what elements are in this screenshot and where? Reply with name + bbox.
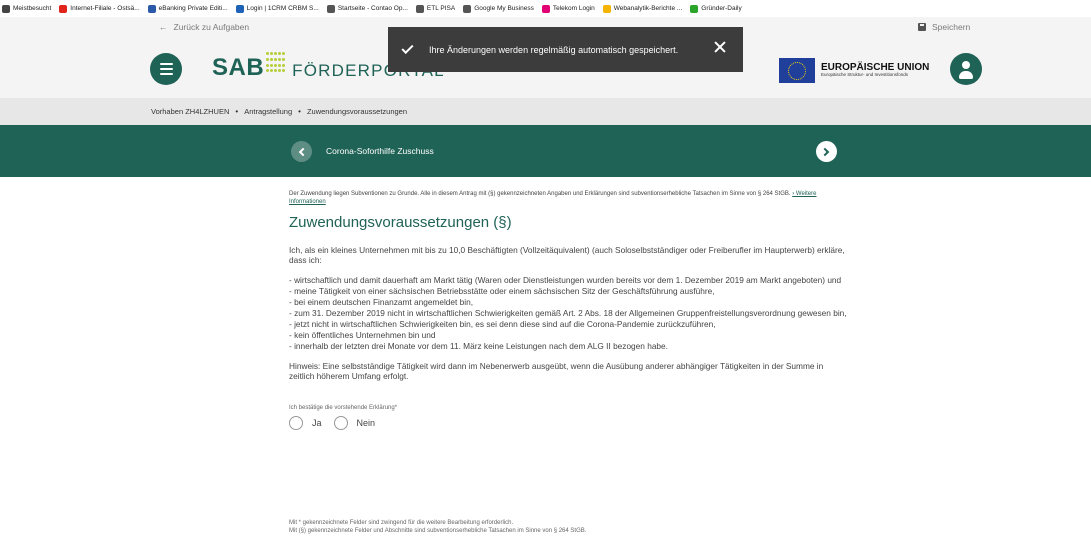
breadcrumb-item-current: Zuwendungsvoraussetzungen [306,107,408,116]
page-title: Zuwendungsvoraussetzungen (§) [289,214,512,231]
eu-flag-icon [779,58,815,83]
bookmark-item[interactable]: Gründer-Daily [690,4,742,13]
chevron-left-icon [298,147,308,156]
footnote-subsidy: Mit (§) gekennzeichnete Felder und Absch… [289,528,587,534]
toast-message: Ihre Änderungen werden regelmäßig automa… [429,44,679,55]
bookmarks-bar: Meistbesucht Internet-Filiale - Ostsä... e… [0,0,1091,17]
bookmark-label: Google My Business [474,5,534,12]
condition-item: - jetzt nicht in wirtschaftlichen Schwie… [289,319,716,329]
breadcrumb-bar: Vorhaben ZH4LZHUEN • Antragstellung • Zu… [0,98,1091,125]
bookmark-label: Webanalytik-Berichte ... [613,5,683,12]
condition-item: - bei einem deutschen Finanzamt angemeld… [289,297,474,307]
hamburger-icon [159,63,173,65]
eu-logo: EUROPÄISCHE UNION Europäische Struktur- … [779,58,929,83]
bookmark-item[interactable]: Webanalytik-Berichte ... [602,4,683,13]
next-step-button[interactable] [816,141,837,162]
hint-text: Hinweis: Eine selbstständige Tätigkeit w… [289,361,824,381]
radio-circle-icon[interactable] [333,416,348,430]
bookmark-item[interactable]: Startseite - Contao Op... [326,4,408,13]
menu-button[interactable] [150,53,182,85]
checkmark-icon [401,41,414,54]
bookmark-label: Telekom Login [552,5,595,12]
breadcrumb-item-project[interactable]: Vorhaben ZH4LZHUEN [151,107,229,116]
user-account-button[interactable] [950,53,982,85]
arrow-left-icon: ← [159,22,168,32]
condition-item: - wirtschaftlich und damit dauerhaft am … [289,275,842,285]
bookmark-label: Meistbesucht [13,5,52,12]
chevron-right-icon [820,147,830,156]
back-to-tasks-link[interactable]: ← Zurück zu Aufgaben [159,22,249,32]
bookmark-label: eBanking Private Editi... [158,5,228,12]
bookmark-item[interactable]: Meistbesucht [2,4,52,13]
bookmark-item[interactable]: ETL PISA [415,4,456,13]
confirm-radio-group: Ja Nein [289,416,849,430]
breadcrumb-separator: • [298,107,301,116]
bookmark-item[interactable]: Internet-Filiale - Ostsä... [59,4,140,13]
globe-icon [463,4,472,13]
logo-dots-icon [266,52,286,74]
intro-text: Der Zuwendung liegen Subventionen zu Gru… [289,191,791,197]
condition-item: - innerhalb der letzten drei Monate vor … [289,341,668,351]
step-title: Corona-Soforthilfe Zuschuss [326,146,434,156]
bank-icon [147,4,156,13]
breadcrumb: Vorhaben ZH4LZHUEN • Antragstellung • Zu… [151,107,407,116]
radio-yes[interactable]: Ja [289,416,322,430]
footnotes: Mit * gekennzeichnete Felder sind zwinge… [289,519,586,535]
radio-no-label: Nein [356,418,376,428]
step-navigation: Corona-Soforthilfe Zuschuss [0,125,1091,177]
link-icon [690,4,699,13]
declaration-lead: Ich, als ein kleines Unternehmen mit bis… [289,245,845,265]
radio-circle-icon[interactable] [289,416,303,430]
floppy-disk-icon [918,23,926,31]
bookmark-label: Internet-Filiale - Ostsä... [70,5,140,12]
save-label: Speichern [932,22,971,32]
close-icon[interactable] [713,40,727,54]
save-button[interactable]: Speichern [918,22,970,32]
breadcrumb-item-application[interactable]: Antragstellung [244,107,292,116]
previous-step-button[interactable] [291,141,312,162]
condition-item: - kein öffentliches Unternehmen bin und [289,330,436,340]
radio-no[interactable]: Nein [333,416,376,430]
main-content: Der Zuwendung liegen Subventionen zu Gru… [289,190,849,430]
analytics-icon [602,4,611,13]
gear-icon [2,4,10,13]
bookmark-label: Login | 1CRM CRBM S... [246,5,319,12]
bookmark-item[interactable]: Telekom Login [541,4,595,13]
autosave-toast: Ihre Änderungen werden regelmäßig automa… [388,27,743,72]
bookmark-item[interactable]: Google My Business [463,4,534,13]
bookmark-label: ETL PISA [426,5,456,12]
confirm-label: Ich bestätige die vorstehende Erklärung* [289,405,398,411]
radio-yes-label: Ja [312,418,322,428]
bookmark-item[interactable]: Login | 1CRM CRBM S... [235,4,319,13]
globe-icon [415,4,424,13]
subsidy-intro: Der Zuwendung liegen Subventionen zu Gru… [289,190,849,206]
condition-item: - zum 31. Dezember 2019 nicht in wirtsch… [289,308,847,318]
condition-item: - meine Tätigkeit von einer sächsischen … [289,286,715,296]
telekom-icon [541,4,550,13]
footnote-required: Mit * gekennzeichnete Felder sind zwinge… [289,520,514,526]
crm-icon [235,4,244,13]
breadcrumb-separator: • [235,107,239,116]
bookmark-item[interactable]: eBanking Private Editi... [147,4,228,13]
globe-icon [326,4,335,13]
bank-icon [59,4,68,13]
bookmark-label: Startseite - Contao Op... [337,5,408,12]
conditions-list: - wirtschaftlich und damit dauerhaft am … [289,275,849,351]
logo-brand: SAB [212,54,265,81]
bookmark-label: Gründer-Daily [701,5,742,12]
eu-subtitle: Europäische Struktur- und Investitionsfo… [821,72,909,78]
back-label: Zurück zu Aufgaben [173,22,250,32]
